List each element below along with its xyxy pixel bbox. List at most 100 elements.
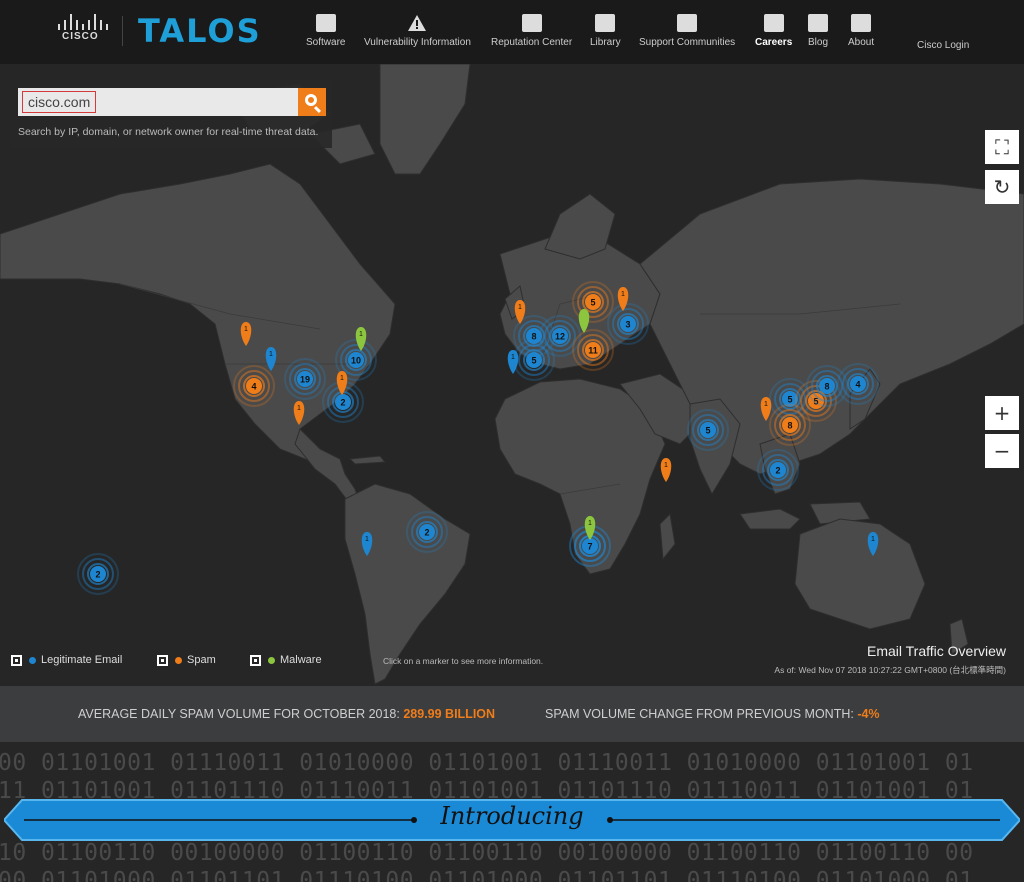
legitimate-checkbox[interactable] xyxy=(11,654,22,666)
cisco-login-link[interactable]: Cisco Login xyxy=(917,40,969,51)
cisco-logo[interactable]: CISCO xyxy=(58,14,108,44)
cluster-count: 19 xyxy=(300,375,310,385)
search-button[interactable] xyxy=(298,88,326,116)
cisco-wordmark: CISCO xyxy=(62,31,99,42)
pin-marker-spam[interactable]: 1 xyxy=(660,458,672,482)
pin-count: 1 xyxy=(340,375,344,382)
introducing-banner[interactable]: 00 01101001 01110011 01010000 01101001 0… xyxy=(0,742,1024,882)
pin-count: 1 xyxy=(269,351,273,358)
nav-label: Software xyxy=(306,37,346,48)
pin-marker-spam[interactable]: 1 xyxy=(617,287,629,311)
pin-count: 1 xyxy=(244,326,248,333)
top-navigation: CISCO TALOS Software Vulnerability Infor… xyxy=(0,0,1024,64)
threat-map[interactable]: 41910222281251135755584821111111111111 c… xyxy=(0,64,1024,686)
spam-change-stat: SPAM VOLUME CHANGE FROM PREVIOUS MONTH: … xyxy=(545,707,880,721)
legend-malware[interactable]: Malware xyxy=(250,654,322,666)
cluster-marker-spam[interactable]: 11 xyxy=(572,329,614,371)
nav-label: Vulnerability Information xyxy=(364,37,471,48)
malware-dot xyxy=(268,656,275,664)
pin-marker-spam[interactable]: 1 xyxy=(293,401,305,425)
binary-line: 10 01100110 00100000 01100110 01100110 0… xyxy=(0,840,974,866)
cluster-marker-legit[interactable]: 2 xyxy=(77,553,119,595)
shield-icon xyxy=(677,14,698,32)
spam-change-value: -4% xyxy=(857,707,880,721)
cluster-marker-legit[interactable]: 5 xyxy=(513,339,555,381)
cluster-count: 8 xyxy=(824,382,829,392)
fullscreen-icon: ⛶ xyxy=(995,135,1009,159)
nav-about[interactable]: About xyxy=(848,14,874,48)
cluster-marker-legit[interactable]: 2 xyxy=(406,511,448,553)
talos-logo[interactable]: TALOS xyxy=(138,12,262,50)
overview-timestamp: As of: Wed Nov 07 2018 10:27:22 GMT+0800… xyxy=(774,665,1006,675)
malware-checkbox[interactable] xyxy=(250,654,261,666)
nav-blog[interactable]: Blog xyxy=(808,14,828,48)
legend-spam[interactable]: Spam xyxy=(157,654,216,666)
nav-software[interactable]: Software xyxy=(306,14,345,48)
legend-legitimate-email[interactable]: Legitimate Email xyxy=(11,654,122,666)
spam-volume-stat: AVERAGE DAILY SPAM VOLUME FOR OCTOBER 20… xyxy=(78,707,495,721)
cluster-count: 7 xyxy=(587,542,592,552)
zoom-out-button[interactable]: − xyxy=(985,434,1019,468)
spam-volume-label: AVERAGE DAILY SPAM VOLUME FOR OCTOBER 20… xyxy=(78,707,400,721)
cluster-marker-legit[interactable]: 5 xyxy=(687,409,729,451)
cluster-count: 5 xyxy=(787,395,792,405)
cluster-marker-legit[interactable]: 4 xyxy=(837,363,879,405)
legitimate-dot xyxy=(29,656,36,664)
cluster-count: 5 xyxy=(705,426,710,436)
nav-careers[interactable]: Careers xyxy=(755,14,792,48)
pin-marker-spam[interactable]: 1 xyxy=(240,322,252,346)
reset-view-button[interactable]: ↻ xyxy=(985,170,1019,204)
pin-count: 1 xyxy=(764,401,768,408)
circle-icon xyxy=(851,14,872,32)
nav-library[interactable]: Library xyxy=(590,14,621,48)
warning-icon xyxy=(408,15,427,31)
ip-search-panel: cisco.com Search by IP, domain, or netwo… xyxy=(10,80,332,148)
refresh-icon: ↻ xyxy=(993,175,1011,199)
pin-marker-malware[interactable] xyxy=(578,309,590,333)
legend-label: Malware xyxy=(280,654,322,666)
cluster-marker-spam[interactable]: 4 xyxy=(233,365,275,407)
minus-icon: − xyxy=(993,439,1011,463)
cluster-count: 5 xyxy=(531,356,536,366)
cluster-count: 5 xyxy=(590,298,595,308)
nav-support-communities[interactable]: Support Communities xyxy=(639,14,735,48)
cluster-count: 2 xyxy=(424,528,429,538)
cluster-marker-legit[interactable]: 19 xyxy=(284,358,326,400)
wrench-icon xyxy=(315,14,336,32)
pin-marker-spam[interactable]: 1 xyxy=(760,397,772,421)
nav-vulnerability-information[interactable]: Vulnerability Information xyxy=(364,14,471,48)
pin-count: 1 xyxy=(621,291,625,298)
zoom-in-button[interactable]: + xyxy=(985,396,1019,430)
pin-count: 1 xyxy=(664,462,668,469)
pin-marker-spam[interactable]: 1 xyxy=(514,300,526,324)
cluster-marker-legit[interactable]: 2 xyxy=(757,449,799,491)
introducing-text: Introducing xyxy=(440,802,584,830)
people-icon xyxy=(763,14,784,32)
pin-marker-legit[interactable]: 1 xyxy=(265,347,277,371)
cluster-marker-legit[interactable]: 3 xyxy=(607,303,649,345)
pin-count: 1 xyxy=(365,536,369,543)
cluster-count: 2 xyxy=(340,398,345,408)
pin-count: 1 xyxy=(518,304,522,311)
fullscreen-button[interactable]: ⛶ xyxy=(985,130,1019,164)
cluster-count: 8 xyxy=(787,421,792,431)
nav-label: Library xyxy=(590,37,621,48)
spam-volume-value: 289.99 BILLION xyxy=(403,707,496,721)
search-input[interactable]: cisco.com xyxy=(18,88,298,116)
pin-marker-legit[interactable]: 1 xyxy=(867,532,879,556)
pin-marker-legit[interactable]: 1 xyxy=(361,532,373,556)
pin-count: 1 xyxy=(297,405,301,412)
binary-line: 00 01101001 01110011 01010000 01101001 0… xyxy=(0,750,974,776)
pencil-icon xyxy=(808,14,828,32)
book-icon xyxy=(595,14,616,32)
pin-count: 1 xyxy=(359,331,363,338)
search-hint: Search by IP, domain, or network owner f… xyxy=(18,126,319,138)
nav-reputation-center[interactable]: Reputation Center xyxy=(491,14,572,48)
cluster-marker-spam[interactable]: 8 xyxy=(769,404,811,446)
cluster-count: 11 xyxy=(588,346,598,356)
spam-checkbox[interactable] xyxy=(157,654,168,666)
markers-svg: 41910222281251135755584821111111111111 xyxy=(77,281,879,595)
search-query[interactable]: cisco.com xyxy=(22,91,97,113)
pin-count: 1 xyxy=(871,536,875,543)
click-hint: Click on a marker to see more informatio… xyxy=(383,656,544,666)
